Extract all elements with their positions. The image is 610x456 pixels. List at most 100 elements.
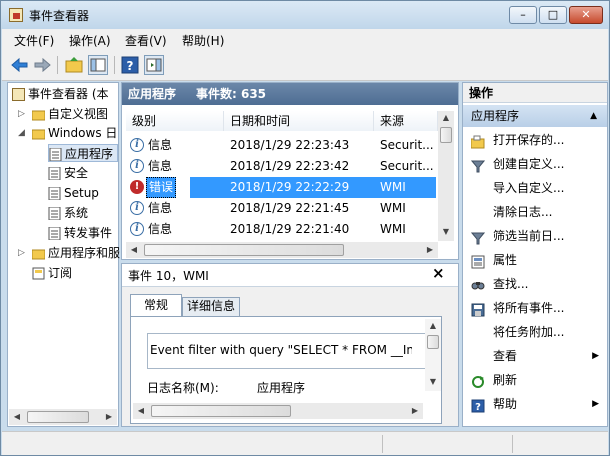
tree-item-application[interactable]: 应用程序 (48, 144, 118, 162)
scroll-thumb[interactable] (144, 244, 344, 256)
scroll-thumb[interactable] (440, 127, 452, 143)
events-panel: 应用程序 事件数: 635 级别 日期和时间 来源 i 信息 2018/1/29… (121, 82, 459, 260)
action-help[interactable]: ? 帮助 ▶ (463, 392, 609, 416)
tree-item-subscriptions[interactable]: 订阅 (32, 264, 72, 282)
tree-item-windows-logs[interactable]: ◢ Windows 日 (18, 124, 117, 142)
filter-icon (470, 229, 486, 245)
collapse-arrow-icon[interactable]: ◢ (18, 124, 27, 142)
save-icon (471, 301, 485, 317)
tree-root[interactable]: 事件查看器 (本 (12, 85, 109, 103)
menu-action[interactable]: 操作(A) (69, 32, 111, 49)
tree-item-label: 系统 (64, 206, 89, 220)
action-label: 查看 (493, 349, 518, 363)
events-log-name: 应用程序 (128, 87, 177, 101)
tree-item-security[interactable]: 安全 (48, 164, 88, 182)
events-count: 事件数: 635 (196, 87, 267, 101)
events-list: i 信息 2018/1/29 22:23:43 Securit... i 信息 … (126, 133, 436, 243)
show-action-pane-icon[interactable] (144, 55, 164, 75)
actions-header: 操作 (463, 83, 607, 103)
window-title: 事件查看器 (29, 9, 90, 23)
maximize-button[interactable]: □ (539, 6, 567, 24)
tree-item-label: 应用程序和服 (48, 246, 121, 260)
tab-details[interactable]: 详细信息 (182, 297, 240, 316)
action-refresh[interactable]: 刷新 (463, 368, 609, 392)
title-bar[interactable]: 事件查看器 – □ ✕ (1, 1, 609, 29)
tree-item-label: 订阅 (48, 266, 73, 280)
close-details-icon[interactable]: × (432, 264, 445, 282)
action-label: 清除日志... (493, 205, 553, 219)
event-datetime: 2018/1/29 22:21:45 (230, 201, 350, 215)
minimize-button[interactable]: – (509, 6, 537, 24)
event-row[interactable]: i 信息 2018/1/29 22:21:45 WMI (126, 198, 436, 219)
back-arrow-icon[interactable] (10, 55, 30, 75)
actions-section-application[interactable]: 应用程序 ▲ (463, 105, 607, 127)
menu-help[interactable]: 帮助(H) (182, 32, 224, 49)
forward-arrow-icon[interactable] (32, 55, 52, 75)
action-import-custom-view[interactable]: 导入自定义... (463, 176, 609, 200)
action-view[interactable]: 查看 ▶ (463, 344, 609, 368)
event-row[interactable]: i 信息 2018/1/29 22:21:40 WMI (126, 219, 436, 240)
tree-item-custom-views[interactable]: ▷ 自定义视图 (18, 105, 108, 123)
column-header-datetime[interactable]: 日期和时间 (224, 111, 374, 131)
action-label: 筛选当前日... (493, 229, 565, 243)
action-find[interactable]: 查找... (463, 272, 609, 296)
event-level: 错误 (146, 177, 177, 198)
information-icon: i (130, 201, 144, 215)
event-source: Securit... (380, 159, 434, 173)
action-label: 属性 (493, 253, 518, 267)
events-vertical-scrollbar[interactable]: ▲ ▼ (438, 111, 454, 241)
properties-icon (471, 253, 485, 269)
tree-item-label: 转发事件 (64, 226, 113, 240)
help-icon[interactable]: ? (120, 55, 140, 75)
show-hide-tree-icon[interactable] (88, 55, 108, 75)
tree-item-setup[interactable]: Setup (48, 184, 99, 202)
scroll-thumb[interactable] (151, 405, 291, 417)
submenu-arrow-icon: ▶ (592, 399, 599, 409)
action-label: 将任务附加... (493, 325, 565, 339)
log-name-label: 日志名称(M): (147, 381, 219, 395)
menu-file[interactable]: 文件(F) (14, 32, 54, 49)
action-create-custom-view[interactable]: 创建自定义... (463, 152, 609, 176)
event-row-selected[interactable]: ! 错误 2018/1/29 22:22:29 WMI (126, 177, 436, 198)
up-folder-icon[interactable] (64, 55, 84, 75)
tab-general[interactable]: 常规 (130, 294, 182, 316)
menu-bar: 文件(F) 操作(A) 查看(V) 帮助(H) (2, 29, 608, 49)
action-clear-log[interactable]: 清除日志... (463, 200, 609, 224)
event-source: WMI (380, 222, 406, 236)
tree-item-app-services-logs[interactable]: ▷ 应用程序和服 (18, 244, 120, 262)
menu-view[interactable]: 查看(V) (125, 32, 167, 49)
collapse-section-icon[interactable]: ▲ (590, 105, 597, 127)
filter-icon (470, 157, 486, 173)
action-properties[interactable]: 属性 (463, 248, 609, 272)
tree-item-label: 安全 (64, 166, 89, 180)
help-icon: ? (471, 397, 485, 413)
event-datetime: 2018/1/29 22:22:29 (230, 180, 350, 194)
column-header-source[interactable]: 来源 (374, 111, 438, 131)
actions-list: 打开保存的... 创建自定义... 导入自定义... 清除日志... 筛选当前日… (463, 128, 609, 424)
action-filter-current-log[interactable]: 筛选当前日... (463, 224, 609, 248)
events-horizontal-scrollbar[interactable]: ◀ ▶ (126, 242, 438, 258)
close-button[interactable]: ✕ (569, 6, 603, 24)
action-open-saved-log[interactable]: 打开保存的... (463, 128, 609, 152)
details-vertical-scrollbar[interactable]: ▲ ▼ (425, 319, 441, 391)
event-details-panel: 事件 10，WMI × 常规 详细信息 Event filter with qu… (121, 263, 459, 427)
tree-item-forwarded-events[interactable]: 转发事件 (48, 224, 112, 242)
event-row[interactable]: i 信息 2018/1/29 22:23:43 Securit... (126, 135, 436, 156)
event-row[interactable]: i 信息 2018/1/29 22:23:42 Securit... (126, 156, 436, 177)
scroll-thumb[interactable] (427, 335, 439, 349)
action-save-all-events[interactable]: 将所有事件... (463, 296, 609, 320)
expand-arrow-icon[interactable]: ▷ (18, 244, 27, 262)
tree-item-system[interactable]: 系统 (48, 204, 88, 222)
event-source: WMI (380, 201, 406, 215)
details-horizontal-scrollbar[interactable]: ◀ ▶ (133, 403, 423, 419)
subscription-icon (32, 267, 45, 280)
event-viewer-icon (12, 88, 25, 101)
action-attach-task[interactable]: 将任务附加... (463, 320, 609, 344)
tree-horizontal-scrollbar[interactable]: ◀ ▶ (9, 409, 117, 425)
event-datetime: 2018/1/29 22:21:40 (230, 222, 350, 236)
expand-arrow-icon[interactable]: ▷ (18, 105, 27, 123)
event-message-box[interactable]: Event filter with query "SELECT * FROM _… (147, 333, 427, 369)
scroll-thumb[interactable] (27, 411, 89, 423)
column-header-level[interactable]: 级别 (126, 111, 224, 131)
svg-text:?: ? (127, 59, 134, 73)
